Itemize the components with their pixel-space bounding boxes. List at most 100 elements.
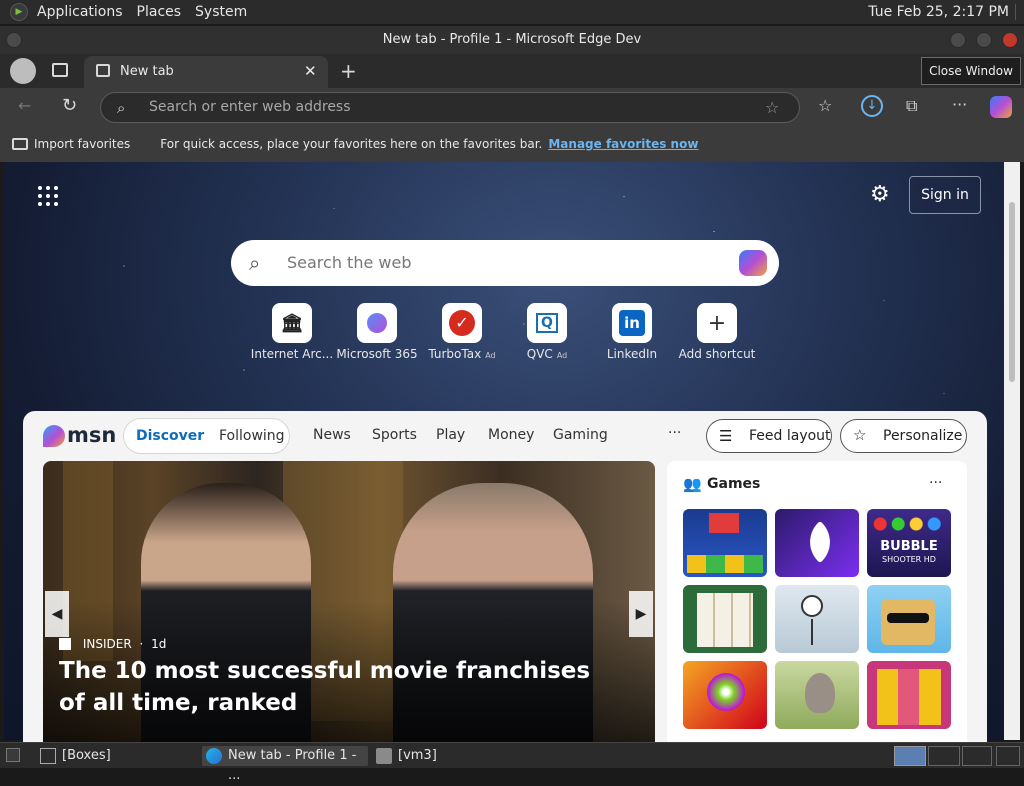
nav-sports[interactable]: Sports <box>372 427 417 443</box>
game-tile-block-puzzle[interactable] <box>867 661 951 729</box>
show-desktop-icon[interactable] <box>6 748 20 762</box>
extensions-icon[interactable]: ⧉ <box>906 98 917 114</box>
favorite-star-icon[interactable]: ☆ <box>765 98 779 117</box>
sign-in-button[interactable]: Sign in <box>909 176 981 214</box>
scrollbar-thumb[interactable] <box>1009 202 1015 382</box>
tab-title: New tab <box>120 64 174 79</box>
shortcut-microsoft-365[interactable]: Microsoft 365 <box>332 303 422 361</box>
copilot-icon[interactable] <box>990 96 1012 118</box>
shortcut-internet-archive[interactable]: 🏛 Internet Arc... <box>247 303 337 361</box>
maximize-button[interactable] <box>976 32 992 48</box>
game-tile-stickman[interactable] <box>775 585 859 653</box>
taskbar-item-edge[interactable]: New tab - Profile 1 - ... <box>202 746 368 783</box>
close-window-button[interactable] <box>1002 32 1018 48</box>
address-placeholder: Search or enter web address <box>149 99 351 115</box>
copilot-search-icon[interactable] <box>739 250 767 276</box>
sunglasses-art <box>887 613 929 623</box>
carousel-prev-button[interactable]: ◀ <box>45 591 69 637</box>
shortcut-linkedin[interactable]: in LinkedIn <box>587 303 677 361</box>
shortcut-label: Add shortcut <box>678 347 756 361</box>
msn-logo[interactable]: msn <box>43 421 116 451</box>
hero-article-card[interactable]: ◀ ▶ INSIDER · 1d The 10 most successful … <box>43 461 655 751</box>
blocks-art <box>877 669 941 725</box>
distro-logo-icon[interactable]: ▶ <box>10 3 28 21</box>
menu-applications[interactable]: Applications <box>30 0 130 24</box>
top-panel: ▶ Applications Places System Tue Feb 25,… <box>0 0 1024 24</box>
carousel-next-button[interactable]: ▶ <box>629 591 653 637</box>
tab-discover[interactable]: Discover <box>136 428 204 444</box>
nav-gaming[interactable]: Gaming <box>553 427 608 443</box>
taskbar-label: [vm3] <box>398 748 437 763</box>
bottom-taskbar: [Boxes] New tab - Profile 1 - ... [vm3] <box>0 742 1024 783</box>
shortcut-label: Internet Arc... <box>250 347 334 361</box>
plus-icon: + <box>697 303 737 343</box>
bubbles-art <box>873 513 945 535</box>
workspace-switcher-2[interactable] <box>928 746 960 766</box>
window-titlebar[interactable]: New tab - Profile 1 - Microsoft Edge Dev <box>0 26 1024 54</box>
favorites-icon[interactable]: ☆ <box>818 98 832 114</box>
meta-dot: · <box>139 637 144 651</box>
new-tab-button[interactable]: + <box>340 61 357 81</box>
hero-source[interactable]: INSIDER <box>83 637 132 651</box>
shortcut-add[interactable]: + Add shortcut <box>672 303 762 361</box>
menu-system[interactable]: System <box>188 0 254 24</box>
workspace-switcher-3[interactable] <box>962 746 992 766</box>
tab-following[interactable]: Following <box>219 428 285 444</box>
tile-art <box>709 513 739 533</box>
workspace-switcher[interactable] <box>894 746 926 766</box>
manage-favorites-link[interactable]: Manage favorites now <box>548 137 698 151</box>
msn-butterfly-icon <box>43 425 65 447</box>
menu-places[interactable]: Places <box>130 0 189 24</box>
address-bar[interactable]: ⌕ Search or enter web address ☆ <box>100 92 800 123</box>
tab-close-icon[interactable]: ✕ <box>304 62 317 80</box>
tab-new-tab[interactable]: New tab ✕ <box>84 56 328 88</box>
game-tile-jewels[interactable] <box>683 661 767 729</box>
taskbar-label: [Boxes] <box>62 748 111 763</box>
nav-news[interactable]: News <box>313 427 351 443</box>
bubble-title: BUBBLE <box>880 539 938 554</box>
import-favorites-icon <box>12 138 28 150</box>
shortcut-qvc[interactable]: Q QVC Ad <box>502 303 592 361</box>
page-scrollbar[interactable] <box>1004 162 1020 740</box>
game-tile-mahjong[interactable] <box>683 585 767 653</box>
taskbar-item-boxes[interactable]: [Boxes] <box>36 746 196 766</box>
nav-play[interactable]: Play <box>436 427 465 443</box>
game-tile-blocks[interactable] <box>683 509 767 577</box>
game-tile-cube-sunglasses[interactable] <box>867 585 951 653</box>
nav-more-icon[interactable]: ··· <box>668 425 681 441</box>
shortcut-label: LinkedIn <box>606 347 658 361</box>
shortcut-turbotax[interactable]: ✓ TurboTax Ad <box>417 303 507 361</box>
settings-gear-icon[interactable]: ⚙ <box>870 184 890 206</box>
window-menu-icon[interactable] <box>6 32 22 48</box>
institution-icon: 🏛 <box>272 303 312 343</box>
edge-browser-icon <box>206 748 222 764</box>
panel-separator <box>1015 4 1016 20</box>
apps-launcher-icon[interactable] <box>38 186 58 206</box>
panel-clock[interactable]: Tue Feb 25, 2:17 PM <box>868 4 1015 20</box>
m365-icon <box>357 303 397 343</box>
refresh-icon[interactable]: ↻ <box>62 97 77 115</box>
game-tile-rabbit-puzzle[interactable] <box>775 661 859 729</box>
back-arrow-icon[interactable]: ← <box>18 98 31 114</box>
more-menu-icon[interactable]: ··· <box>952 97 967 113</box>
game-tile-bubble-shooter[interactable]: BUBBLE SHOOTER HD <box>867 509 951 577</box>
tab-actions-icon[interactable] <box>52 63 68 77</box>
workspace-switcher-4[interactable] <box>996 746 1020 766</box>
qvc-q-icon: Q <box>527 303 567 343</box>
nav-money[interactable]: Money <box>488 427 534 443</box>
web-search-box[interactable]: ⌕ Search the web <box>231 240 779 286</box>
games-more-icon[interactable]: ··· <box>929 475 942 491</box>
personalize-button[interactable]: ☆ Personalize <box>840 419 967 453</box>
taskbar-item-vm3[interactable]: [vm3] <box>372 746 532 766</box>
game-tile-rocket[interactable] <box>775 509 859 577</box>
hero-headline[interactable]: The 10 most successful movie franchises … <box>59 655 619 719</box>
downloads-icon[interactable]: ↓ <box>861 95 883 117</box>
feed-layout-button[interactable]: ☰ Feed layout <box>706 419 832 453</box>
shortcut-label: TurboTax <box>428 347 482 361</box>
rabbit-art <box>805 673 835 713</box>
rocket-icon <box>798 520 842 564</box>
hero-age: 1d <box>151 637 167 651</box>
minimize-button[interactable] <box>950 32 966 48</box>
import-favorites-button[interactable]: Import favorites <box>34 137 130 151</box>
profile-avatar[interactable] <box>10 58 36 84</box>
